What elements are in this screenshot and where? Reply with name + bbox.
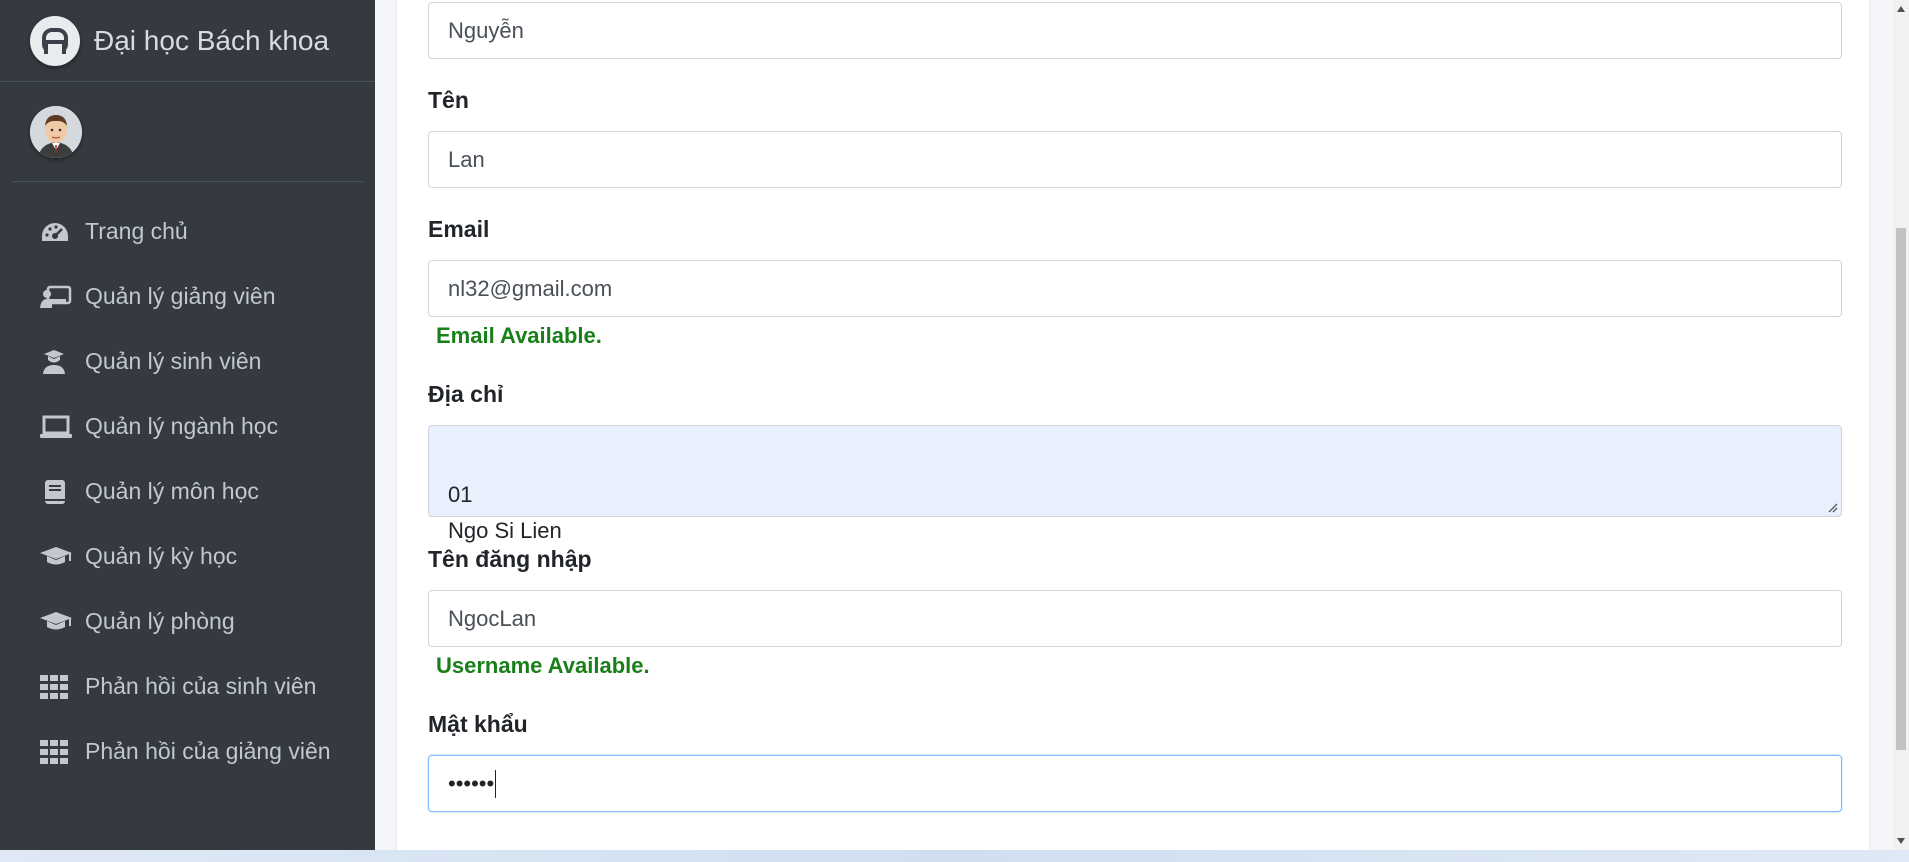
dashboard-icon [40, 219, 72, 245]
sidebar-item-teachers[interactable]: Quản lý giảng viên [0, 264, 375, 329]
taskbar-edge [0, 850, 1909, 862]
username-input[interactable]: NgocLan [428, 590, 1842, 647]
user-panel [12, 82, 363, 182]
brand-name: Đại học Bách khoa [94, 24, 330, 56]
brand-link[interactable]: Đại học Bách khoa [0, 0, 375, 82]
sidebar-item-subjects[interactable]: Quản lý môn học [0, 459, 375, 524]
address-label: Địa chỉ [428, 381, 504, 407]
sidebar-item-label: Quản lý ngành học [85, 413, 279, 439]
email-label: Email [428, 216, 490, 242]
sidebar-item-home[interactable]: Trang chủ [0, 199, 375, 264]
first-name-label: Tên [428, 87, 469, 113]
first-name-value: Lan [448, 146, 485, 172]
email-value: nl32@gmail.com [448, 275, 613, 301]
password-label: Mật khẩu [428, 711, 528, 737]
sidebar-item-label: Quản lý phòng [85, 608, 235, 634]
text-caret [495, 769, 497, 798]
sidebar-item-label: Phản hồi của giảng viên [85, 738, 331, 764]
sidebar-item-student-feedback[interactable]: Phản hồi của sinh viên [0, 654, 375, 719]
password-input[interactable]: •••••• [428, 755, 1842, 812]
laptop-icon [40, 414, 72, 440]
graduation-cap-icon [40, 609, 72, 635]
student-icon [40, 349, 72, 375]
scroll-up-arrow-icon[interactable] [1897, 6, 1905, 12]
email-status: Email Available. [436, 323, 602, 348]
sidebar-item-majors[interactable]: Quản lý ngành học [0, 394, 375, 459]
last-name-value: Nguyễn [448, 17, 524, 43]
sidebar-item-label: Phản hồi của sinh viên [85, 673, 317, 699]
avatar[interactable] [30, 105, 82, 158]
sidebar-item-teacher-feedback[interactable]: Phản hồi của giảng viên [0, 719, 375, 784]
last-name-input[interactable]: Nguyễn [428, 2, 1842, 59]
page-scrollbar[interactable] [1893, 0, 1909, 850]
resize-handle-icon[interactable] [1826, 501, 1838, 513]
sidebar-item-label: Quản lý kỳ học [85, 543, 238, 569]
username-value: NgocLan [448, 605, 537, 631]
sidebar-item-rooms[interactable]: Quản lý phòng [0, 589, 375, 654]
scroll-down-arrow-icon[interactable] [1897, 838, 1905, 844]
grid-icon [40, 674, 72, 700]
email-input[interactable]: nl32@gmail.com [428, 260, 1842, 317]
username-label: Tên đăng nhập [428, 546, 592, 572]
sidebar: Đại học Bách khoa Trang chủ Quản lý giản… [0, 0, 375, 850]
grid-icon [40, 739, 72, 765]
sidebar-item-label: Quản lý sinh viên [85, 348, 262, 374]
book-icon [40, 479, 72, 505]
sidebar-item-label: Quản lý giảng viên [85, 283, 276, 309]
teacher-icon [40, 284, 72, 310]
address-value: 01 Ngo Si Lien [448, 482, 562, 543]
sidebar-item-students[interactable]: Quản lý sinh viên [0, 329, 375, 394]
sidebar-item-semesters[interactable]: Quản lý kỳ học [0, 524, 375, 589]
sidebar-item-label: Trang chủ [85, 218, 188, 244]
scroll-thumb[interactable] [1896, 228, 1906, 750]
password-value: •••••• [448, 770, 495, 796]
sidebar-item-label: Quản lý môn học [85, 478, 259, 504]
sidebar-nav: Trang chủ Quản lý giảng viên Quản lý sin… [0, 182, 375, 784]
brand-logo-icon [30, 15, 80, 66]
first-name-input[interactable]: Lan [428, 131, 1842, 188]
username-status: Username Available. [436, 653, 650, 678]
graduation-cap-icon [40, 544, 72, 570]
address-textarea[interactable]: 01 Ngo Si Lien [428, 425, 1842, 543]
